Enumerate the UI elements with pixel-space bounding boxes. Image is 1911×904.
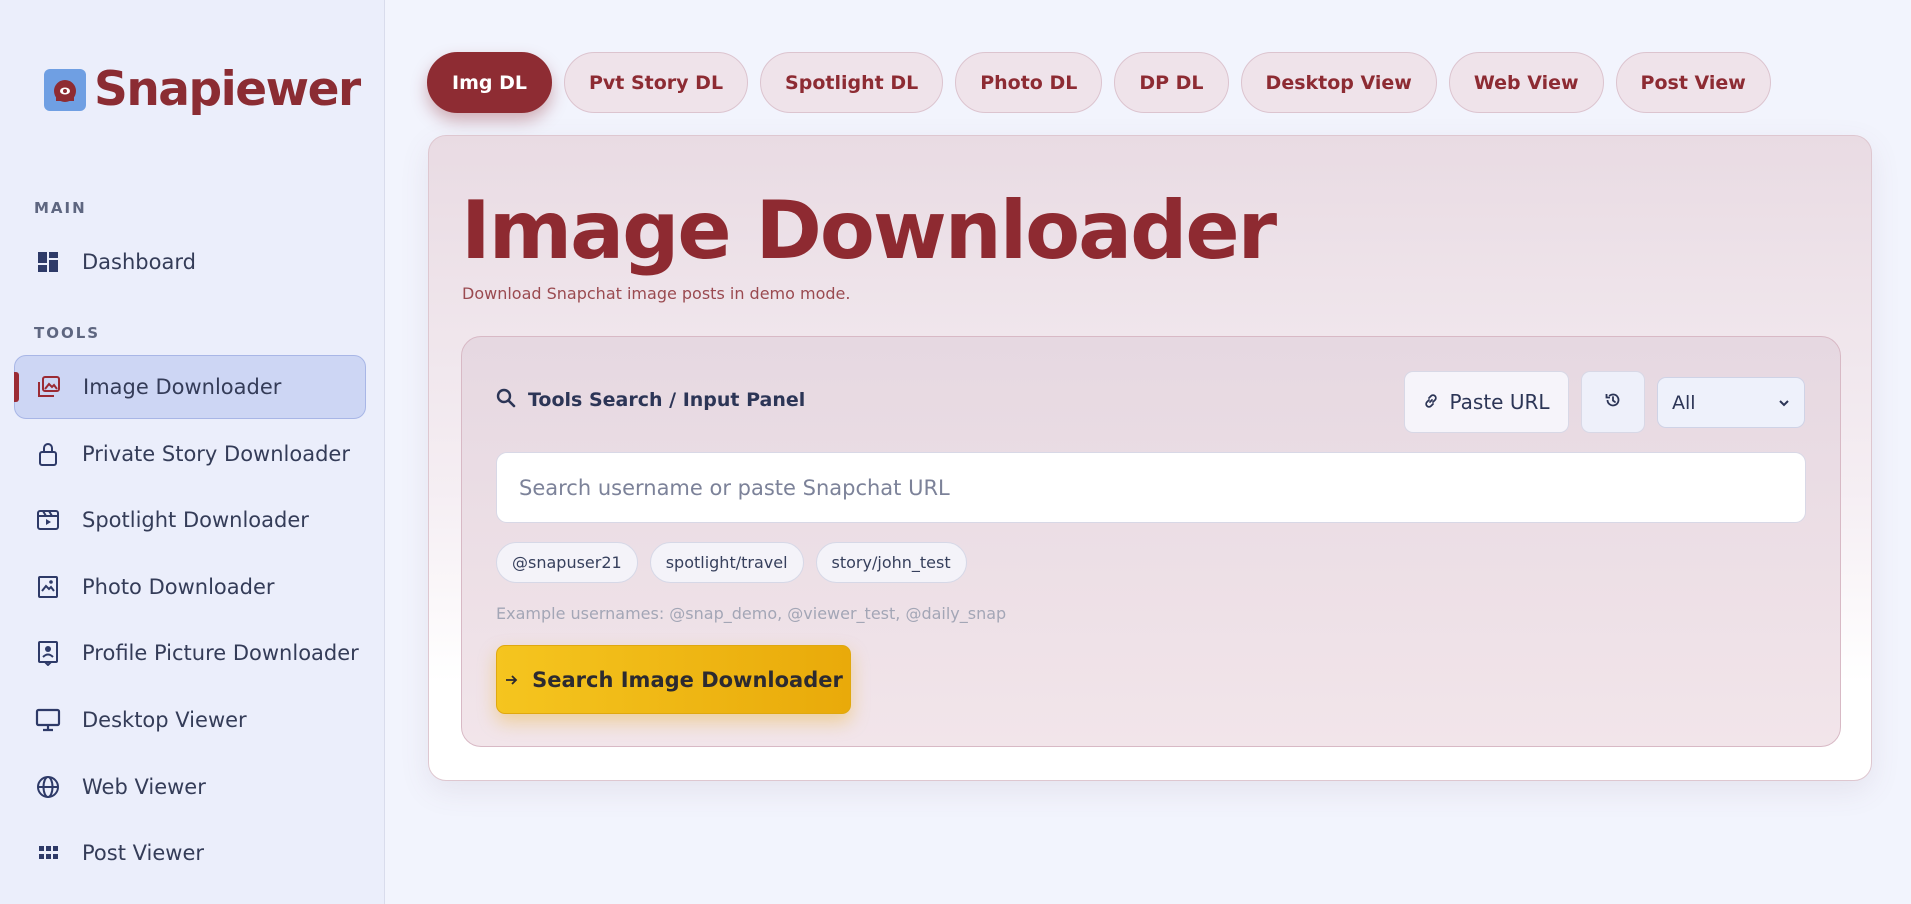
section-label-tools: TOOLS [34,324,101,342]
tab-photo-dl[interactable]: Photo DL [955,52,1103,113]
globe-icon [34,773,62,801]
sidebar-item-dashboard[interactable]: Dashboard [14,230,366,294]
images-icon [35,373,63,401]
tab-post-view[interactable]: Post View [1615,52,1771,113]
video-clapper-icon [34,506,62,534]
sidebar-item-photo[interactable]: Photo Downloader [14,555,366,619]
link-icon [1423,390,1439,414]
sidebar-item-label: Post Viewer [82,841,205,865]
tool-tabs: Img DL Pvt Story DL Spotlight DL Photo D… [427,52,1771,113]
panel-header: Tools Search / Input Panel [496,388,805,412]
lock-icon [34,440,62,468]
history-icon [1604,391,1622,413]
example-usernames: Example usernames: @snap_demo, @viewer_t… [496,604,1007,623]
section-label-main: MAIN [34,199,87,217]
tab-desktop-view[interactable]: Desktop View [1240,52,1437,113]
search-button[interactable]: Search Image Downloader [496,645,851,714]
sidebar: Snapiewer MAIN Dashboard TOOLS Image Dow… [0,0,385,904]
ghost-logo-icon [44,68,86,111]
suggestion-chips: @snapuser21 spotlight/travel story/john_… [496,542,967,583]
filter-select-value: All [1672,391,1696,414]
history-button[interactable] [1581,371,1645,433]
panel-title: Tools Search / Input Panel [528,389,806,411]
brand-name: Snapiewer [94,62,361,117]
sidebar-item-label: Private Story Downloader [82,442,350,466]
tab-pvt-story-dl[interactable]: Pvt Story DL [563,52,749,113]
monitor-icon [34,706,62,734]
sidebar-item-label: Spotlight Downloader [82,508,309,532]
search-input[interactable] [496,452,1806,523]
grid-icon [34,839,62,867]
suggestion-chip[interactable]: @snapuser21 [496,542,638,583]
sidebar-item-label: Photo Downloader [82,575,275,599]
sidebar-item-label: Profile Picture Downloader [82,641,359,665]
main-card: Image Downloader Download Snapchat image… [428,135,1872,781]
brand[interactable]: Snapiewer [44,62,361,117]
paste-url-button[interactable]: Paste URL [1404,371,1569,433]
photo-icon [34,573,62,601]
tab-spotlight-dl[interactable]: Spotlight DL [760,52,944,113]
tab-web-view[interactable]: Web View [1448,52,1604,113]
tab-img-dl[interactable]: Img DL [427,52,552,113]
sidebar-item-spotlight[interactable]: Spotlight Downloader [14,488,366,552]
sidebar-item-web-viewer[interactable]: Web Viewer [14,755,366,819]
dashboard-icon [34,248,62,276]
search-button-label: Search Image Downloader [532,667,843,692]
page-title: Image Downloader [461,184,1277,277]
page-subtitle: Download Snapchat image posts in demo mo… [462,284,851,303]
search-panel: Tools Search / Input Panel Paste URL All… [461,336,1841,747]
sidebar-item-profile-picture[interactable]: Profile Picture Downloader [14,621,366,685]
sidebar-item-label: Web Viewer [82,775,206,799]
profile-picture-icon [34,639,62,667]
sidebar-item-image-downloader[interactable]: Image Downloader [14,355,366,419]
search-icon [496,388,516,412]
sidebar-item-desktop-viewer[interactable]: Desktop Viewer [14,688,366,752]
sidebar-item-label: Dashboard [82,250,196,274]
sidebar-item-private-story[interactable]: Private Story Downloader [14,422,366,486]
arrow-right-icon [504,668,518,692]
sidebar-item-label: Image Downloader [83,375,282,399]
suggestion-chip[interactable]: spotlight/travel [649,542,804,583]
sidebar-item-post-viewer[interactable]: Post Viewer [14,821,366,885]
tab-dp-dl[interactable]: DP DL [1114,52,1229,113]
paste-url-label: Paste URL [1449,390,1550,414]
sidebar-item-label: Desktop Viewer [82,708,247,732]
suggestion-chip[interactable]: story/john_test [815,542,967,583]
filter-select[interactable]: All [1657,377,1805,428]
chevron-down-icon [1778,392,1790,414]
